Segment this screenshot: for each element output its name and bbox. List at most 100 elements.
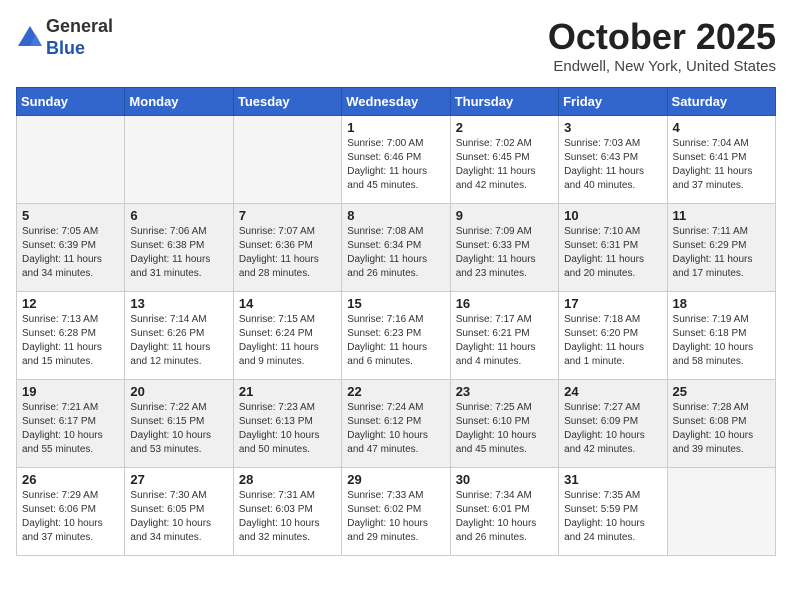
- day-number: 24: [564, 384, 661, 399]
- day-number: 26: [22, 472, 119, 487]
- calendar-cell: 31Sunrise: 7:35 AM Sunset: 5:59 PM Dayli…: [559, 468, 667, 556]
- logo-icon: [16, 24, 44, 52]
- weekday-header-friday: Friday: [559, 88, 667, 116]
- calendar-cell: 12 Sunrise: 7:13 AM Sunset: 6:28 PM Dayli…: [17, 292, 125, 380]
- cell-daylight-info: Sunrise: 7:22 AM Sunset: 6:15 PM Dayligh…: [130, 401, 227, 457]
- day-number: 20: [130, 384, 227, 399]
- day-number: 19: [22, 384, 119, 399]
- calendar-cell: 13 Sunrise: 7:14 AM Sunset: 6:26 PM Dayli…: [125, 292, 233, 380]
- calendar-cell: 15 Sunrise: 7:16 AM Sunset: 6:23 PM Dayli…: [342, 292, 450, 380]
- title-block: October 2025 Endwell, New York, United S…: [548, 16, 776, 75]
- cell-daylight-info: Sunrise: 7:31 AM Sunset: 6:03 PM Dayligh…: [239, 489, 336, 545]
- calendar-cell: 30 Sunrise: 7:34 AM Sunset: 6:01 PM Dayli…: [450, 468, 558, 556]
- cell-daylight-info: Sunrise: 7:18 AM Sunset: 6:20 PM Dayligh…: [564, 313, 661, 369]
- calendar-cell: 14Sunrise: 7:15 AM Sunset: 6:24 PM Dayli…: [233, 292, 341, 380]
- cell-daylight-info: Sunrise: 7:30 AM Sunset: 6:05 PM Dayligh…: [130, 489, 227, 545]
- calendar-cell: 1Sunrise: 7:00 AM Sunset: 6:46 PM Daylig…: [342, 116, 450, 204]
- logo-general: General: [46, 16, 113, 38]
- day-number: 13: [130, 296, 227, 311]
- day-number: 3: [564, 120, 661, 135]
- cell-daylight-info: Sunrise: 7:09 AM Sunset: 6:33 PM Dayligh…: [456, 225, 553, 281]
- cell-daylight-info: Sunrise: 7:24 AM Sunset: 6:12 PM Dayligh…: [347, 401, 444, 457]
- day-number: 17: [564, 296, 661, 311]
- weekday-header-monday: Monday: [125, 88, 233, 116]
- day-number: 4: [673, 120, 770, 135]
- cell-daylight-info: Sunrise: 7:07 AM Sunset: 6:36 PM Dayligh…: [239, 225, 336, 281]
- cell-daylight-info: Sunrise: 7:29 AM Sunset: 6:06 PM Dayligh…: [22, 489, 119, 545]
- day-number: 10: [564, 208, 661, 223]
- calendar-cell: 4 Sunrise: 7:04 AM Sunset: 6:41 PM Daylig…: [667, 116, 775, 204]
- cell-daylight-info: Sunrise: 7:16 AM Sunset: 6:23 PM Dayligh…: [347, 313, 444, 369]
- day-number: 11: [673, 208, 770, 223]
- calendar-cell: 21 Sunrise: 7:23 AM Sunset: 6:13 PM Dayli…: [233, 380, 341, 468]
- calendar-cell: 27 Sunrise: 7:30 AM Sunset: 6:05 PM Dayli…: [125, 468, 233, 556]
- calendar-cell: [125, 116, 233, 204]
- cell-daylight-info: Sunrise: 7:35 AM Sunset: 5:59 PM Dayligh…: [564, 489, 661, 545]
- calendar-cell: 2 Sunrise: 7:02 AM Sunset: 6:45 PM Daylig…: [450, 116, 558, 204]
- calendar-cell: 24 Sunrise: 7:27 AM Sunset: 6:09 PM Dayli…: [559, 380, 667, 468]
- cell-daylight-info: Sunrise: 7:19 AM Sunset: 6:18 PM Dayligh…: [673, 313, 770, 369]
- day-number: 25: [673, 384, 770, 399]
- calendar-cell: 8 Sunrise: 7:08 AM Sunset: 6:34 PM Daylig…: [342, 204, 450, 292]
- weekday-header-sunday: Sunday: [17, 88, 125, 116]
- calendar-cell: 11 Sunrise: 7:11 AM Sunset: 6:29 PM Dayli…: [667, 204, 775, 292]
- calendar-cell: 16 Sunrise: 7:17 AM Sunset: 6:21 PM Dayli…: [450, 292, 558, 380]
- day-number: 22: [347, 384, 444, 399]
- calendar-cell: 28Sunrise: 7:31 AM Sunset: 6:03 PM Dayli…: [233, 468, 341, 556]
- cell-daylight-info: Sunrise: 7:13 AM Sunset: 6:28 PM Dayligh…: [22, 313, 119, 369]
- cell-daylight-info: Sunrise: 7:21 AM Sunset: 6:17 PM Dayligh…: [22, 401, 119, 457]
- day-number: 8: [347, 208, 444, 223]
- weekday-header-saturday: Saturday: [667, 88, 775, 116]
- cell-daylight-info: Sunrise: 7:08 AM Sunset: 6:34 PM Dayligh…: [347, 225, 444, 281]
- cell-daylight-info: Sunrise: 7:04 AM Sunset: 6:41 PM Dayligh…: [673, 137, 770, 193]
- calendar-cell: 22 Sunrise: 7:24 AM Sunset: 6:12 PM Dayli…: [342, 380, 450, 468]
- cell-daylight-info: Sunrise: 7:23 AM Sunset: 6:13 PM Dayligh…: [239, 401, 336, 457]
- calendar-cell: [17, 116, 125, 204]
- calendar-cell: 20 Sunrise: 7:22 AM Sunset: 6:15 PM Dayli…: [125, 380, 233, 468]
- cell-daylight-info: Sunrise: 7:11 AM Sunset: 6:29 PM Dayligh…: [673, 225, 770, 281]
- calendar-cell: 9 Sunrise: 7:09 AM Sunset: 6:33 PM Daylig…: [450, 204, 558, 292]
- day-number: 29: [347, 472, 444, 487]
- cell-daylight-info: Sunrise: 7:17 AM Sunset: 6:21 PM Dayligh…: [456, 313, 553, 369]
- cell-daylight-info: Sunrise: 7:14 AM Sunset: 6:26 PM Dayligh…: [130, 313, 227, 369]
- day-number: 21: [239, 384, 336, 399]
- day-number: 5: [22, 208, 119, 223]
- weekday-header-thursday: Thursday: [450, 88, 558, 116]
- day-number: 12: [22, 296, 119, 311]
- day-number: 23: [456, 384, 553, 399]
- day-number: 6: [130, 208, 227, 223]
- cell-daylight-info: Sunrise: 7:28 AM Sunset: 6:08 PM Dayligh…: [673, 401, 770, 457]
- cell-daylight-info: Sunrise: 7:33 AM Sunset: 6:02 PM Dayligh…: [347, 489, 444, 545]
- calendar-cell: 7 Sunrise: 7:07 AM Sunset: 6:36 PM Daylig…: [233, 204, 341, 292]
- logo: General Blue: [16, 16, 113, 59]
- calendar-cell: 25 Sunrise: 7:28 AM Sunset: 6:08 PM Dayli…: [667, 380, 775, 468]
- cell-daylight-info: Sunrise: 7:02 AM Sunset: 6:45 PM Dayligh…: [456, 137, 553, 193]
- day-number: 1: [347, 120, 444, 135]
- day-number: 30: [456, 472, 553, 487]
- calendar-cell: 10 Sunrise: 7:10 AM Sunset: 6:31 PM Dayli…: [559, 204, 667, 292]
- day-number: 16: [456, 296, 553, 311]
- day-number: 27: [130, 472, 227, 487]
- cell-daylight-info: Sunrise: 7:10 AM Sunset: 6:31 PM Dayligh…: [564, 225, 661, 281]
- calendar-week-row: 1Sunrise: 7:00 AM Sunset: 6:46 PM Daylig…: [17, 116, 776, 204]
- weekday-header-row: SundayMondayTuesdayWednesdayThursdayFrid…: [17, 88, 776, 116]
- cell-daylight-info: Sunrise: 7:34 AM Sunset: 6:01 PM Dayligh…: [456, 489, 553, 545]
- cell-daylight-info: Sunrise: 7:05 AM Sunset: 6:39 PM Dayligh…: [22, 225, 119, 281]
- cell-daylight-info: Sunrise: 7:27 AM Sunset: 6:09 PM Dayligh…: [564, 401, 661, 457]
- calendar-week-row: 5 Sunrise: 7:05 AM Sunset: 6:39 PM Daylig…: [17, 204, 776, 292]
- calendar-cell: 19 Sunrise: 7:21 AM Sunset: 6:17 PM Dayli…: [17, 380, 125, 468]
- cell-daylight-info: Sunrise: 7:06 AM Sunset: 6:38 PM Dayligh…: [130, 225, 227, 281]
- calendar-cell: 5 Sunrise: 7:05 AM Sunset: 6:39 PM Daylig…: [17, 204, 125, 292]
- calendar-cell: 3Sunrise: 7:03 AM Sunset: 6:43 PM Daylig…: [559, 116, 667, 204]
- day-number: 15: [347, 296, 444, 311]
- calendar-cell: [667, 468, 775, 556]
- cell-daylight-info: Sunrise: 7:25 AM Sunset: 6:10 PM Dayligh…: [456, 401, 553, 457]
- day-number: 7: [239, 208, 336, 223]
- calendar-cell: 18Sunrise: 7:19 AM Sunset: 6:18 PM Dayli…: [667, 292, 775, 380]
- calendar-week-row: 12 Sunrise: 7:13 AM Sunset: 6:28 PM Dayli…: [17, 292, 776, 380]
- calendar-cell: 17 Sunrise: 7:18 AM Sunset: 6:20 PM Dayli…: [559, 292, 667, 380]
- calendar-cell: 29 Sunrise: 7:33 AM Sunset: 6:02 PM Dayli…: [342, 468, 450, 556]
- day-number: 9: [456, 208, 553, 223]
- calendar-week-row: 19 Sunrise: 7:21 AM Sunset: 6:17 PM Dayli…: [17, 380, 776, 468]
- day-number: 2: [456, 120, 553, 135]
